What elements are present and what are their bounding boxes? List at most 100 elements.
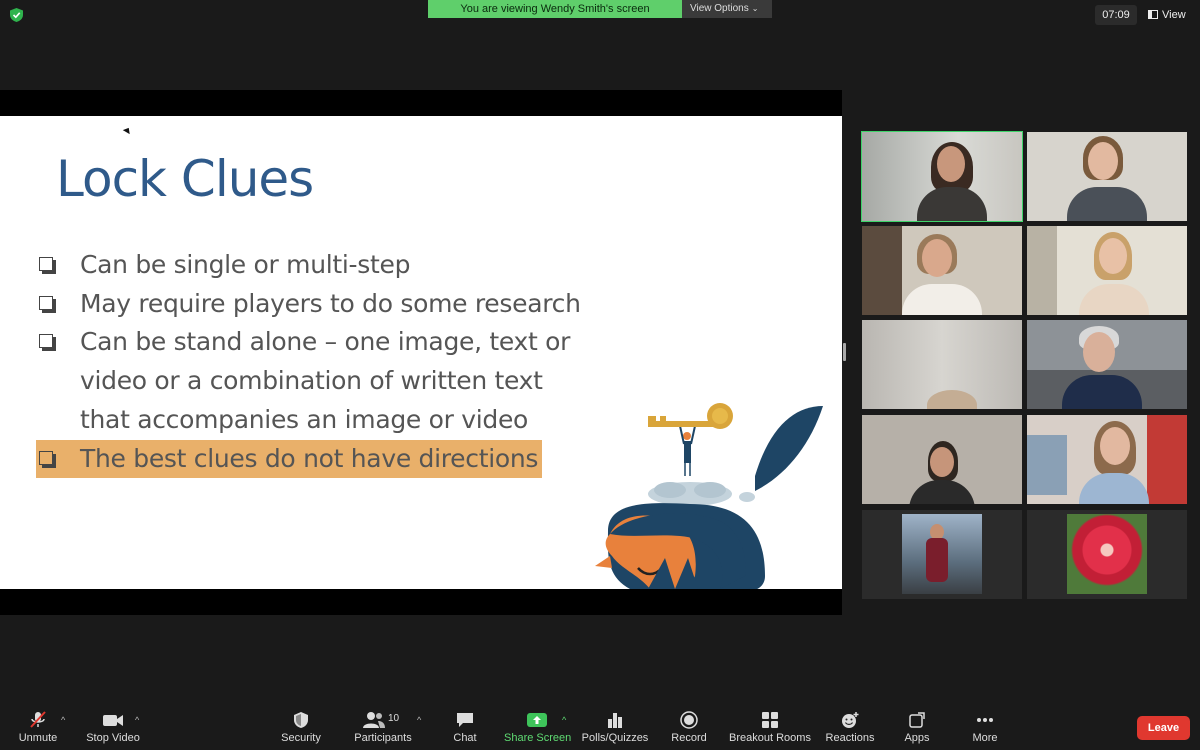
classroom-wall [1147,415,1187,504]
participant-tile[interactable] [1027,415,1187,504]
checkbox-bullet-icon [39,450,53,465]
participant-tile-video-off[interactable] [1027,510,1187,599]
participant-tile[interactable] [1027,320,1187,409]
security-label: Security [281,732,321,744]
participant-tile[interactable] [1027,226,1187,315]
bar-chart-icon [608,713,622,728]
view-options-button[interactable]: View Options ⌄ [682,0,772,18]
slide-bullet: Can be single or multi-step [36,246,616,285]
checkbox-bullet-icon [39,257,53,271]
bullet-text: Can be single or multi-step [80,250,411,279]
profile-body [926,538,948,582]
participant-face [1100,427,1130,465]
unmute-label: Unmute [18,732,58,744]
window-frame [1027,226,1057,315]
participant-tile-active-speaker[interactable] [861,131,1023,222]
chat-label: Chat [453,732,477,744]
participant-face [1083,332,1115,372]
slide-bullet: Can be stand alone – one image, text or [36,323,616,362]
slide-title: Lock Clues [56,150,314,208]
shield-check-icon[interactable] [10,8,23,22]
participant-tile[interactable] [862,226,1022,315]
mouse-cursor [122,125,133,135]
video-camera-icon [103,715,123,726]
leave-button[interactable]: Leave [1137,716,1190,740]
bullet-text: May require players to do some research [80,288,581,318]
apps-button[interactable]: Apps [900,711,934,749]
people-icon [363,712,385,728]
unmute-button[interactable]: Unmute [14,711,62,749]
participants-icon-group: 10 [363,711,403,729]
more-button[interactable]: More [968,711,1002,749]
shield-icon [294,712,308,728]
layout-icon [1148,10,1158,19]
apps-icon [909,712,925,728]
participant-tile[interactable] [862,320,1022,409]
checkbox-bullet-icon [39,295,53,310]
participant-body [1062,375,1142,409]
polls-quizzes-button[interactable]: Polls/Quizzes [581,711,649,749]
window-frame [862,226,902,315]
reactions-button[interactable]: Reactions [824,711,876,749]
slide-bullet: May require players to do some research [36,285,616,324]
classroom-board [1027,435,1067,495]
view-label: View [1162,9,1186,21]
share-screen-icon [527,713,547,727]
share-screen-label: Share Screen [504,732,572,744]
participant-tile[interactable] [1027,132,1187,221]
stop-video-button[interactable]: Stop Video [84,711,142,749]
participants-button[interactable]: 10 Participants [352,711,414,749]
bullet-text: that accompanies an image or video [80,404,529,434]
participant-body [902,284,982,315]
participant-face [937,146,965,182]
participant-face [930,447,954,477]
audio-options-caret-icon[interactable]: ^ [61,715,65,725]
reactions-label: Reactions [825,732,875,744]
chat-button[interactable]: Chat [448,711,482,749]
participant-face [922,239,952,277]
presentation-slide: Lock Clues Can be single or multi-step M… [0,116,842,589]
split-view-handle[interactable] [843,343,846,361]
slide-bullet-continuation: that accompanies an image or video [36,401,616,440]
chat-bubble-icon [457,713,473,727]
participants-label: Participants [354,732,412,744]
participant-tile[interactable] [862,415,1022,504]
view-button[interactable]: View [1148,5,1186,25]
microphone-muted-icon [30,711,46,728]
polls-quizzes-label: Polls/Quizzes [581,732,649,744]
record-icon [680,711,698,729]
head-key-illustration [595,403,823,589]
slide-bullet-list: Can be single or multi-step May require … [36,246,616,479]
stop-video-label: Stop Video [86,732,140,744]
bullet-text: video or a combination of written text [80,366,543,396]
breakout-rooms-icon [762,712,778,728]
participants-options-caret-icon[interactable]: ^ [417,715,421,725]
record-button[interactable]: Record [668,711,710,749]
share-screen-button[interactable]: Share Screen [504,711,572,749]
slide-bullet-highlighted: The best clues do not have directions [36,439,543,479]
bullet-text: Can be stand alone – one image, text or [80,327,571,357]
participant-face [1088,142,1118,180]
participant-body [1067,187,1147,221]
security-button[interactable]: Security [278,711,324,749]
breakout-rooms-label: Breakout Rooms [729,732,811,744]
smiley-plus-icon [842,712,859,728]
record-label: Record [671,732,707,744]
participant-tile-video-off[interactable] [862,510,1022,599]
participants-count: 10 [388,713,400,724]
video-options-caret-icon[interactable]: ^ [135,715,139,725]
viewing-banner: You are viewing Wendy Smith's screen [428,0,682,18]
participant-face [1099,238,1127,274]
profile-picture [902,514,982,594]
profile-picture-flower [1067,514,1147,594]
share-options-caret-icon[interactable]: ^ [562,715,566,725]
view-options-label: View Options [690,3,749,14]
participant-body [1079,284,1149,315]
more-dots-icon [977,718,993,722]
checkbox-bullet-icon [39,334,53,349]
slide-bullet-continuation: video or a combination of written text [36,362,616,401]
meeting-toolbar: Unmute ^ Stop Video ^ Security 10 Partic… [0,705,1200,750]
breakout-rooms-button[interactable]: Breakout Rooms [728,711,812,749]
meeting-clock: 07:09 [1095,5,1137,25]
shared-screen[interactable]: Lock Clues Can be single or multi-step M… [0,90,842,615]
